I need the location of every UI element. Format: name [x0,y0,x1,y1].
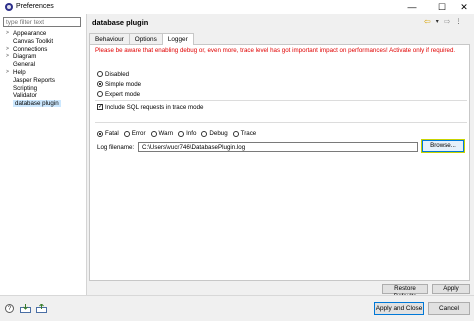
include-sql-checkbox[interactable]: ✓ [97,104,103,110]
chevron-down-icon[interactable]: ▾ [436,17,439,27]
tree-item-label: Canvas Toolkit [13,37,54,45]
level-debug-option[interactable]: Debug [201,130,228,137]
level-label: Error [131,130,146,137]
log-filename-input[interactable] [138,142,418,152]
view-menu-icon[interactable]: ⋮ [455,17,461,27]
close-button[interactable]: ✕ [450,0,474,14]
chevron-right-icon[interactable]: > [6,46,9,54]
dialog-button-bar: ? Apply and Close Cancel [0,295,474,321]
filter-input[interactable] [3,17,81,27]
tree-item-label: Diagram [13,53,37,61]
chevron-right-icon[interactable]: > [6,69,9,77]
tab-options[interactable]: Options [128,33,163,44]
preferences-tree-panel: >Appearance Canvas Toolkit >Connections … [0,14,87,295]
mode-label: Disabled [105,70,130,78]
apply-and-close-button[interactable]: Apply and Close [374,302,424,315]
tree-item-label: Help [13,68,26,76]
restore-defaults-button[interactable]: Restore Defaults [382,284,428,300]
tree-item-jasper-reports[interactable]: Jasper Reports [2,77,86,85]
level-error-option[interactable]: Error [123,130,146,137]
logger-panel: Please be aware that enabling debug or, … [89,44,470,281]
tree-item-general[interactable]: General [2,61,86,69]
navigation-arrows: ⇦ ▾ ⇨ ⋮ [424,17,461,27]
level-label: Info [186,130,197,137]
radio-button[interactable] [97,91,103,97]
apply-button[interactable]: Apply [432,284,470,294]
page-header: database plugin ⇦ ▾ ⇨ ⋮ [88,14,474,32]
tree-item-appearance[interactable]: > Appearance [2,30,86,38]
radio-button[interactable] [150,130,157,137]
mode-disabled-option[interactable]: Disabled [97,70,129,78]
tree-item-label: Validator [13,92,37,100]
tab-behaviour[interactable]: Behaviour [89,33,130,44]
radio-button[interactable] [97,71,103,77]
tree-item-label: General [13,61,36,69]
tree-item-scripting[interactable]: Scripting [2,85,86,93]
tree-item-connections[interactable]: > Connections [2,46,86,54]
chevron-right-icon[interactable]: > [6,30,9,38]
mode-label: Simple mode [105,80,142,88]
minimize-button[interactable]: — [398,0,426,14]
level-info-option[interactable]: Info [178,130,196,137]
page-title: database plugin [92,18,149,27]
browse-button[interactable]: Browse... [421,139,465,153]
radio-button[interactable] [97,81,103,87]
divider [95,100,467,101]
tree-item-label: Jasper Reports [13,76,55,84]
mode-expert-option[interactable]: Expert mode [97,90,140,98]
radio-button[interactable] [232,130,239,137]
import-icon[interactable] [20,304,31,313]
tree-item-diagram[interactable]: > Diagram [2,53,86,61]
tab-logger[interactable]: Logger [161,33,194,45]
app-icon [5,3,13,11]
level-label: Debug [209,130,228,137]
forward-arrow-icon[interactable]: ⇨ [444,17,451,27]
mode-label: Expert mode [105,90,141,98]
radio-button[interactable] [178,130,185,137]
tree-item-database-plugin[interactable]: database plugin [2,100,86,108]
tree-item-help[interactable]: > Help [2,69,86,77]
radio-button[interactable] [97,130,103,137]
level-label: Warn [158,130,174,137]
level-label: Fatal [105,130,119,137]
radio-button[interactable] [201,130,208,137]
tree-item-canvas-toolkit[interactable]: Canvas Toolkit [2,38,86,46]
include-sql-label: Include SQL requests in trace mode [105,103,204,111]
divider [95,122,467,123]
level-trace-option[interactable]: Trace [232,130,257,137]
performance-warning: Please be aware that enabling debug or, … [95,47,456,54]
level-fatal-option[interactable]: Fatal [97,130,119,137]
tree-item-label: Connections [13,45,48,53]
tree-item-label: Scripting [13,84,38,92]
mode-simple-option[interactable]: Simple mode [97,80,141,88]
tree-item-label: database plugin [13,100,61,108]
chevron-right-icon[interactable]: > [6,53,9,61]
radio-button[interactable] [123,130,130,137]
preferences-tree: > Appearance Canvas Toolkit > Connections … [2,30,86,108]
log-filename-label: Log filename: [97,144,135,151]
log-level-group: Fatal Error Warn Info Debug Trace [97,129,261,138]
level-label: Trace [240,130,257,137]
tree-item-validator[interactable]: Validator [2,92,86,100]
back-arrow-icon[interactable]: ⇦ [424,17,431,27]
export-icon[interactable] [36,304,47,313]
cancel-button[interactable]: Cancel [428,302,470,315]
title-bar: Preferences — ☐ ✕ [0,0,474,14]
level-warn-option[interactable]: Warn [150,130,174,137]
tree-item-label: Appearance [13,30,47,37]
include-sql-option[interactable]: ✓ Include SQL requests in trace mode [97,103,203,111]
help-icon[interactable]: ? [5,304,14,313]
window-title: Preferences [16,3,54,10]
